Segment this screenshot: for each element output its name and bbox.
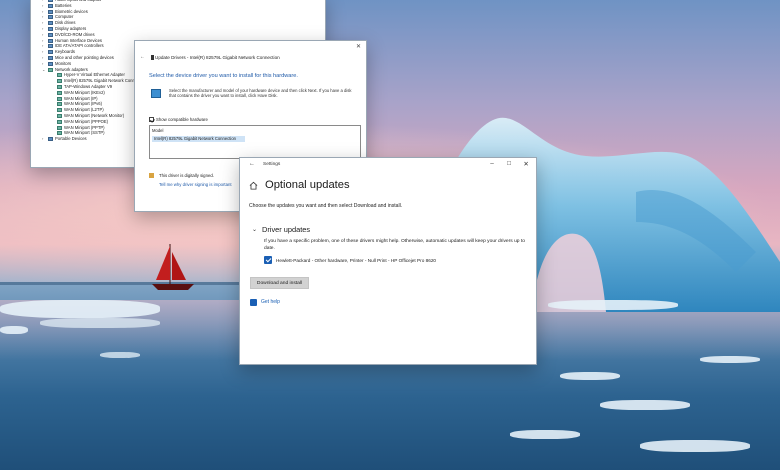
device-icon (48, 55, 53, 60)
ice-floe (600, 400, 690, 410)
show-compatible-label: Show compatible hardware (156, 117, 208, 122)
device-icon (48, 32, 53, 37)
driver-signing-link[interactable]: Tell me why driver signing is important (159, 182, 232, 187)
device-icon (57, 73, 62, 78)
checkbox-checked-icon[interactable] (264, 256, 272, 264)
device-icon (48, 50, 53, 55)
device-icon (57, 84, 62, 89)
device-icon (48, 15, 53, 20)
back-arrow-icon[interactable]: ← (249, 161, 255, 167)
checkbox-checked-icon[interactable] (149, 117, 154, 122)
signed-driver-text: This driver is digitally signed. (159, 173, 214, 178)
ice-floe (640, 440, 750, 452)
ice-floe (548, 300, 678, 310)
device-icon (57, 119, 62, 124)
settings-window: ← Settings – □ ✕ Optional updates Choose… (239, 157, 537, 365)
device-icon (48, 21, 53, 26)
device-icon (57, 90, 62, 95)
page-subtitle: Choose the updates you want and then sel… (249, 203, 403, 209)
device-icon (48, 0, 53, 2)
ice-floe (0, 300, 160, 318)
device-icon (48, 67, 53, 72)
device-icon (151, 55, 154, 60)
ice-floe (100, 352, 140, 358)
device-icon (48, 137, 53, 142)
show-compatible-checkbox[interactable]: Show compatible hardware (149, 117, 208, 122)
help-icon[interactable] (250, 299, 257, 306)
ice-floe (700, 356, 760, 363)
device-icon (57, 113, 62, 118)
chevron-right-icon[interactable]: › (42, 136, 43, 142)
wizard-title: Update Drivers - Intel(R) 82579L Gigabit… (155, 55, 280, 60)
ice-floe (0, 326, 28, 334)
close-icon[interactable]: ✕ (521, 160, 531, 168)
wizard-heading: Select the device driver you want to ins… (149, 73, 298, 79)
device-icon (57, 125, 62, 130)
back-arrow-icon[interactable]: ← (140, 54, 145, 60)
device-tree-label: Portable Devices (55, 136, 87, 142)
driver-update-label: Hewlett-Packard - Other hardware, Printe… (276, 257, 437, 263)
chevron-down-icon[interactable]: ⌄ (252, 226, 257, 233)
model-list[interactable]: Model Intel(R) 82579L Gigabit Network Co… (149, 125, 361, 159)
model-list-item-selected[interactable]: Intel(R) 82579L Gigabit Network Connecti… (152, 136, 245, 142)
device-icon (57, 108, 62, 113)
device-icon (57, 96, 62, 101)
driver-updates-header[interactable]: Driver updates (262, 225, 310, 234)
ice-floe (510, 430, 580, 439)
device-icon (48, 26, 53, 31)
window-title: Settings (263, 162, 281, 167)
device-icon (57, 102, 62, 107)
ice-floe (40, 318, 160, 328)
get-help-link[interactable]: Get help (261, 299, 280, 305)
wizard-description: Select the manufacturer and model of you… (169, 88, 352, 99)
close-icon[interactable]: ✕ (356, 43, 361, 50)
page-title: Optional updates (265, 179, 350, 191)
download-and-install-button[interactable]: Download and install (250, 277, 309, 289)
signed-driver-icon (149, 173, 154, 178)
ice-floe (560, 372, 620, 380)
device-icon (48, 9, 53, 14)
network-card-icon (151, 89, 161, 98)
device-icon (48, 38, 53, 43)
maximize-icon[interactable]: □ (504, 160, 514, 167)
sailboat-image (152, 244, 194, 290)
home-icon[interactable] (249, 181, 258, 190)
device-icon (48, 44, 53, 49)
driver-updates-description: If you have a specific problem, one of t… (264, 239, 525, 252)
device-icon (48, 3, 53, 8)
device-icon (57, 79, 62, 84)
model-column-header: Model (152, 128, 164, 133)
device-icon (57, 131, 62, 136)
device-icon (48, 61, 53, 66)
minimize-icon[interactable]: – (487, 160, 497, 167)
settings-titlebar: ← Settings – □ ✕ (240, 158, 536, 172)
